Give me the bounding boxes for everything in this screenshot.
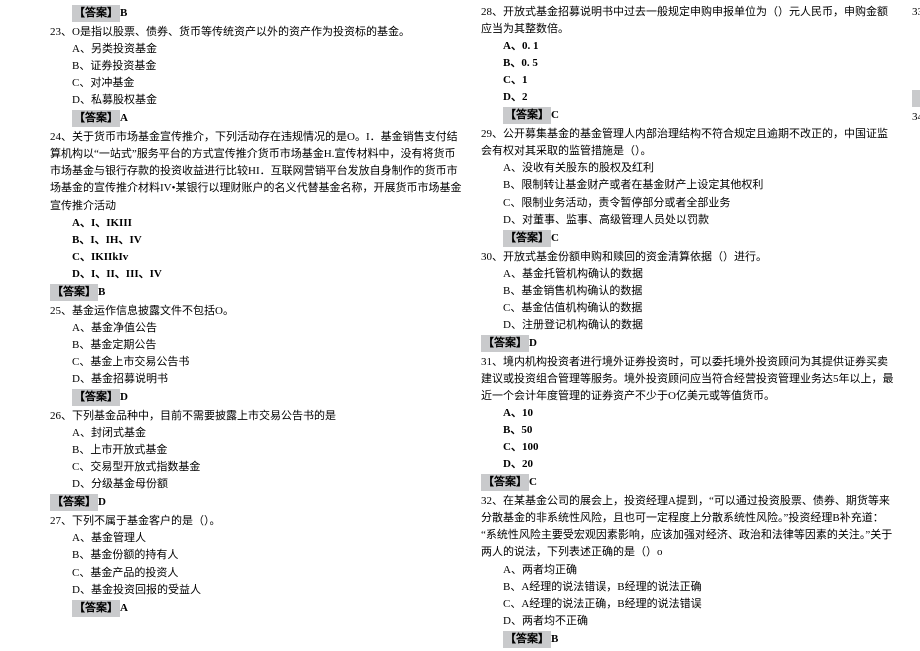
q28-answer-line: 【答案】C (481, 106, 896, 125)
q28-opt-d: D、2 (481, 89, 896, 106)
q29-opt-a: A、没收有关股东的股权及红利 (481, 160, 896, 177)
q31-answer: C (529, 476, 537, 488)
q33-opt-b: B、现金募集和非现金募集 (912, 38, 920, 55)
q28-stem: 28、开放式基金招募说明书中过去一般规定申购申报单位为（）元人民币，申购金额应当… (481, 4, 896, 38)
q25-answer: D (120, 391, 128, 403)
q24-opt-a: A、I、IKIII (50, 215, 465, 232)
q28-opt-c: C、1 (481, 72, 896, 89)
q27-stem: 27、下列不属于基金客户的是（）。 (50, 513, 465, 530)
q26-answer: D (98, 496, 106, 508)
q27-opt-c: C、基金产品的投资人 (50, 565, 465, 582)
q23-stem: 23、O是指以股票、债券、货币等传统资产以外的资产作为投资标的基金。 (50, 24, 465, 41)
q31-opt-d: D、20 (481, 456, 896, 473)
q32-stem2: “系统性风险主要受宏观因素影响，应该加强对经济、政治和法律等因素的关注。”关于两… (481, 527, 896, 561)
q32-opt-b: B、A经理的说法错误，B经理的说法正确 (481, 579, 896, 596)
q25-answer-line: 【答案】D (50, 388, 465, 407)
q26-stem: 26、下列基金品种中，目前不需要披露上市交易公告书的是 (50, 408, 465, 425)
q24-answer: B (98, 286, 105, 298)
answer-label: 【答案】 (503, 107, 551, 124)
q23-opt-c: C、对冲基金 (50, 75, 465, 92)
q26-opt-a: A、封闭式基金 (50, 425, 465, 442)
q31-opt-a: A、10 (481, 405, 896, 422)
q33-opt-a: A、合并募集和分开募集 (912, 21, 920, 38)
q23-answer-line: 【答案】A (50, 109, 465, 128)
q33-stem: 33、我国分级基金的募集包括O两种方式。 (912, 4, 920, 21)
answer-label: 【答案】 (503, 230, 551, 247)
q25-opt-b: B、基金定期公告 (50, 337, 465, 354)
q31-opt-c: C、100 (481, 439, 896, 456)
q32-answer-line: 【答案】B (481, 630, 896, 649)
q27-answer: A (120, 602, 128, 614)
q28-opt-b: B、0. 5 (481, 55, 896, 72)
answer-label: 【答案】 (912, 90, 920, 107)
q28-answer: C (551, 109, 559, 121)
q31-opt-b: B、50 (481, 422, 896, 439)
q24-opt-c: C、IKIIkIv (50, 249, 465, 266)
answer-label: 【答案】 (72, 110, 120, 127)
q27-opt-b: B、基金份额的持有人 (50, 547, 465, 564)
q25-stem: 25、基金运作信息披露文件不包括O。 (50, 303, 465, 320)
q23-opt-d: D、私募股权基金 (50, 92, 465, 109)
answer-label: 【答案】 (72, 5, 120, 22)
answer-label: 【答案】 (481, 335, 529, 352)
q29-answer-line: 【答案】C (481, 229, 896, 248)
q25-opt-a: A、基金净值公告 (50, 320, 465, 337)
q27-opt-d: D、基金投资回报的受益人 (50, 582, 465, 599)
q23-opt-a: A、另类投资基金 (50, 41, 465, 58)
q32-opt-c: C、A经理的说法正确，B经理的说法错误 (481, 596, 896, 613)
answer-label: 【答案】 (72, 389, 120, 406)
answer-label: 【答案】 (50, 494, 98, 511)
answer-label: 【答案】 (503, 631, 551, 648)
q30-stem: 30、开放式基金份额申购和赎回的资金清算依据（）进行。 (481, 249, 896, 266)
q26-opt-b: B、上市开放式基金 (50, 442, 465, 459)
q25-opt-d: D、基金招募说明书 (50, 371, 465, 388)
q34-stem: 34、不主动寻求取得超越市场的表现，而是试图复制某指数表现的基金是（）。 (912, 109, 920, 126)
q32-answer: B (551, 633, 558, 645)
q33-opt-c: C、场内募集和场外募集 (912, 55, 920, 72)
q26-answer-line: 【答案】D (50, 493, 465, 512)
q24-opt-b: B、I、IH、IV (50, 232, 465, 249)
q31-answer-line: 【答案】C (481, 473, 896, 492)
q29-stem: 29、公开募集基金的基金管理人内部治理结构不符合规定且逾期不改正的，中国证监会有… (481, 126, 896, 160)
answer-label: 【答案】 (481, 474, 529, 491)
page-columns: 【答案】B 23、O是指以股票、债券、货币等传统资产以外的资产作为投资标的基金。… (0, 4, 920, 649)
q30-opt-a: A、基金托管机构确认的数据 (481, 266, 896, 283)
q28-opt-a: A、0. 1 (481, 38, 896, 55)
q33-opt-d: D、直销募集和分销募集 (912, 72, 920, 89)
q32-opt-a: A、两者均正确 (481, 562, 896, 579)
q26-opt-c: C、交易型开放式指数基金 (50, 459, 465, 476)
q24-stem: 24、关于货币市场基金宣传推介，下列活动存在违规情况的是O。I．基金销售支付结算… (50, 129, 465, 214)
q30-opt-b: B、基金销售机构确认的数据 (481, 283, 896, 300)
q30-answer-line: 【答案】D (481, 334, 896, 353)
q29-opt-c: C、限制业务活动，责令暂停部分或者全部业务 (481, 195, 896, 212)
q29-opt-b: B、限制转让基金财产或者在基金财产上设定其他权利 (481, 177, 896, 194)
answer-label: 【答案】 (72, 600, 120, 617)
q30-opt-d: D、注册登记机构确认的数据 (481, 317, 896, 334)
q32-stem1: 32、在某基金公司的展会上，投资经理A提到，“可以通过投资股票、债券、期货等来分… (481, 493, 896, 527)
q22-answer: B (120, 7, 127, 19)
q24-answer-line: 【答案】B (50, 283, 465, 302)
q32-opt-d: D、两者均不正确 (481, 613, 896, 630)
q23-answer: A (120, 112, 128, 124)
q26-opt-d: D、分级基金母份额 (50, 476, 465, 493)
q27-answer-line: 【答案】A (50, 599, 465, 618)
q29-opt-d: D、对董事、监事、高级管理人员处以罚款 (481, 212, 896, 229)
q31-stem: 31、境内机构投资者进行境外证券投资时，可以委托境外投资顾问为其提供证券买卖建议… (481, 354, 896, 405)
q24-opt-d: D、I、II、III、IV (50, 266, 465, 283)
q27-opt-a: A、基金管理人 (50, 530, 465, 547)
answer-label: 【答案】 (50, 284, 98, 301)
q30-opt-c: C、基金估值机构确认的数据 (481, 300, 896, 317)
q23-opt-b: B、证券投资基金 (50, 58, 465, 75)
q29-answer: C (551, 232, 559, 244)
q25-opt-c: C、基金上市交易公告书 (50, 354, 465, 371)
q30-answer: D (529, 337, 537, 349)
q33-answer-line: 【答案】A (912, 89, 920, 108)
q34-opt-a: A、开放式基金 (912, 126, 920, 143)
q22-answer-line: 【答案】B (50, 4, 465, 23)
